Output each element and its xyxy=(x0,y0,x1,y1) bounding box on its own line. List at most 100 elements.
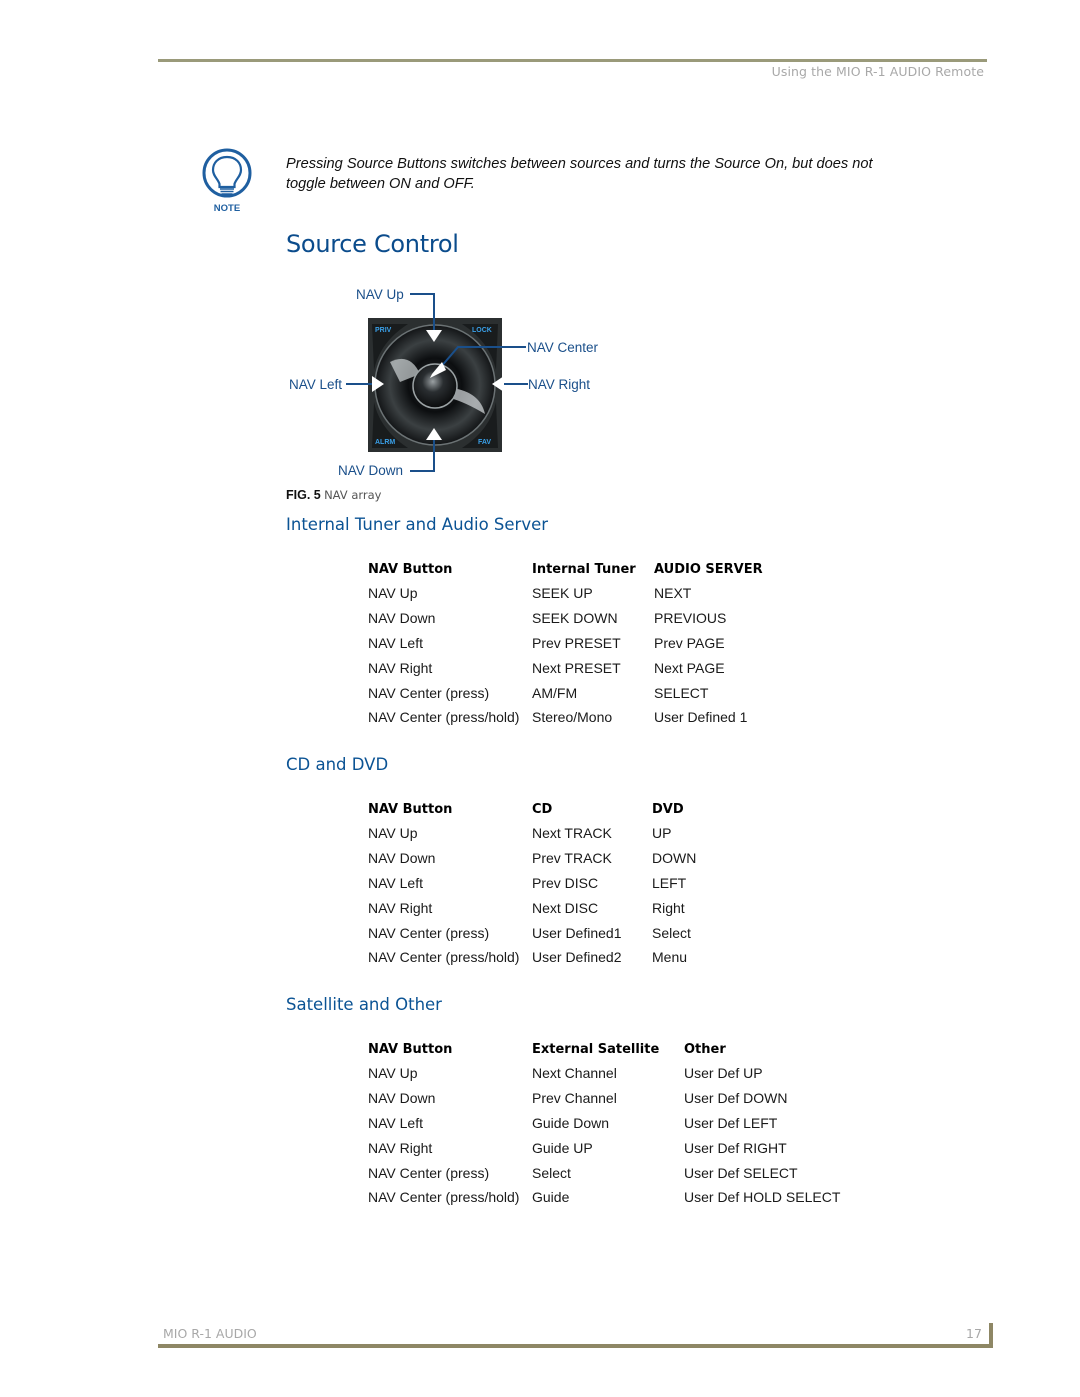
footer-rule-corner xyxy=(989,1323,993,1348)
section-heading-tuner-audio: Internal Tuner and Audio Server xyxy=(286,515,549,534)
column-header: AUDIO SERVER xyxy=(654,561,763,577)
cell: UP xyxy=(652,825,672,842)
cell: SELECT xyxy=(654,684,709,701)
cell: DOWN xyxy=(652,850,697,867)
section-heading-satellite-other: Satellite and Other xyxy=(286,995,442,1014)
table-row: NAV Center (press/hold) Guide User Def HOL… xyxy=(368,1185,852,1210)
satellite-other-table: NAV Button External Satellite Other NAV … xyxy=(368,1037,852,1210)
table-row: NAV Right Next DISC Right xyxy=(368,895,708,920)
cell: NAV Up xyxy=(368,585,418,602)
cell: NAV Right xyxy=(368,659,433,676)
cell: Next TRACK xyxy=(532,825,612,842)
table-row: NAV Right Next PRESET Next PAGE xyxy=(368,655,775,680)
nav-down-label: NAV Down xyxy=(338,463,404,478)
nav-right-label: NAV Right xyxy=(528,377,591,392)
cell: Next PRESET xyxy=(532,659,621,676)
table-row: NAV Left Prev DISC LEFT xyxy=(368,871,708,896)
cell: NAV Center (press) xyxy=(368,684,490,701)
column-header: Other xyxy=(684,1041,726,1057)
figure-caption: FIG. 5 NAV array xyxy=(286,488,382,502)
cell: User Def RIGHT xyxy=(684,1139,787,1156)
cell: Right xyxy=(652,899,685,916)
table-row: NAV Left Prev PRESET Prev PAGE xyxy=(368,631,775,656)
cell: NAV Right xyxy=(368,899,433,916)
cell: NAV Center (press) xyxy=(368,924,490,941)
nav-array-figure: PRIV LOCK ALRM FAV NAV Up NAV Center NAV… xyxy=(280,282,620,482)
cell: Guide UP xyxy=(532,1139,593,1156)
table-row: NAV Up Next Channel User Def UP xyxy=(368,1061,852,1086)
cell: Next PAGE xyxy=(654,659,725,676)
cell: User Def DOWN xyxy=(684,1090,788,1107)
cell: Prev DISC xyxy=(532,874,599,891)
table-header-row: NAV Button CD DVD xyxy=(368,797,708,821)
table-row: NAV Center (press/hold) User Defined2 Menu xyxy=(368,945,708,970)
cell: Next DISC xyxy=(532,899,599,916)
cell: Prev PRESET xyxy=(532,634,621,651)
cell: PREVIOUS xyxy=(654,610,727,627)
footer-rule xyxy=(158,1344,992,1348)
figure-number: FIG. 5 xyxy=(286,488,321,502)
column-header: NAV Button xyxy=(368,801,453,817)
note-text: Pressing Source Buttons switches between… xyxy=(286,156,873,192)
fav-key-label: FAV xyxy=(478,439,491,446)
column-header: DVD xyxy=(652,801,684,817)
cell: Select xyxy=(532,1164,571,1181)
cell: SEEK DOWN xyxy=(532,610,618,627)
cell: NAV Down xyxy=(368,1090,436,1107)
cell: User Def UP xyxy=(684,1065,763,1082)
table-row: NAV Down SEEK DOWN PREVIOUS xyxy=(368,606,775,631)
alrm-key-label: ALRM xyxy=(375,439,395,446)
cell: Prev TRACK xyxy=(532,850,612,867)
cell: User Def HOLD SELECT xyxy=(684,1189,841,1206)
section-heading-cd-dvd: CD and DVD xyxy=(286,755,389,774)
running-header: Using the MIO R-1 AUDIO Remote xyxy=(771,64,984,79)
figure-caption-text: NAV array xyxy=(324,488,382,502)
page-number: 17 xyxy=(966,1326,982,1341)
cell: User Def LEFT xyxy=(684,1114,778,1131)
cell: SEEK UP xyxy=(532,585,593,602)
cell: Guide Down xyxy=(532,1114,610,1131)
table-row: NAV Center (press) User Defined1 Select xyxy=(368,920,708,945)
cell: User Def SELECT xyxy=(684,1164,798,1181)
cell: User Defined 1 xyxy=(654,709,748,726)
table-row: NAV Center (press) Select User Def SELECT xyxy=(368,1160,852,1185)
cell: Next Channel xyxy=(532,1065,617,1082)
nav-left-label: NAV Left xyxy=(289,377,343,392)
cell: Stereo/Mono xyxy=(532,709,613,726)
table-row: NAV Right Guide UP User Def RIGHT xyxy=(368,1135,852,1160)
table-row: NAV Down Prev TRACK DOWN xyxy=(368,846,708,871)
cell: AM/FM xyxy=(532,684,578,701)
column-header: NAV Button xyxy=(368,561,453,577)
cell: User Defined1 xyxy=(532,924,622,941)
footer-product-name: MIO R-1 AUDIO xyxy=(163,1326,257,1341)
cd-dvd-table: NAV Button CD DVD NAV Up Next TRACK UP NAV… xyxy=(368,797,708,970)
cell: NAV Center (press/hold) xyxy=(368,949,520,966)
table-row: NAV Center (press) AM/FM SELECT xyxy=(368,680,775,705)
cell: NAV Center (press) xyxy=(368,1164,490,1181)
cell: User Defined2 xyxy=(532,949,622,966)
header-rule xyxy=(158,59,987,62)
table-header-row: NAV Button Internal Tuner AUDIO SERVER xyxy=(368,557,775,581)
tuner-audio-table: NAV Button Internal Tuner AUDIO SERVER N… xyxy=(368,557,775,730)
column-header: Internal Tuner xyxy=(532,561,636,577)
cell: NAV Down xyxy=(368,610,436,627)
cell: LEFT xyxy=(652,874,687,891)
cell: Prev Channel xyxy=(532,1090,617,1107)
nav-center-label: NAV Center xyxy=(527,340,599,355)
lock-key-label: LOCK xyxy=(472,327,492,334)
note-label: NOTE xyxy=(214,203,240,214)
lightbulb-note-icon: NOTE xyxy=(201,148,253,214)
cell: NEXT xyxy=(654,585,692,602)
column-header: External Satellite xyxy=(532,1041,660,1057)
cell: Prev PAGE xyxy=(654,634,725,651)
column-header: NAV Button xyxy=(368,1041,453,1057)
table-row: NAV Center (press/hold) Stereo/Mono User D… xyxy=(368,705,775,730)
cell: Guide xyxy=(532,1189,570,1206)
cell: NAV Left xyxy=(368,1114,423,1131)
cell: NAV Center (press/hold) xyxy=(368,1189,520,1206)
cell: NAV Down xyxy=(368,850,436,867)
cell: Select xyxy=(652,924,691,941)
table-row: NAV Down Prev Channel User Def DOWN xyxy=(368,1086,852,1111)
cell: NAV Left xyxy=(368,634,423,651)
table-row: NAV Up SEEK UP NEXT xyxy=(368,581,775,606)
